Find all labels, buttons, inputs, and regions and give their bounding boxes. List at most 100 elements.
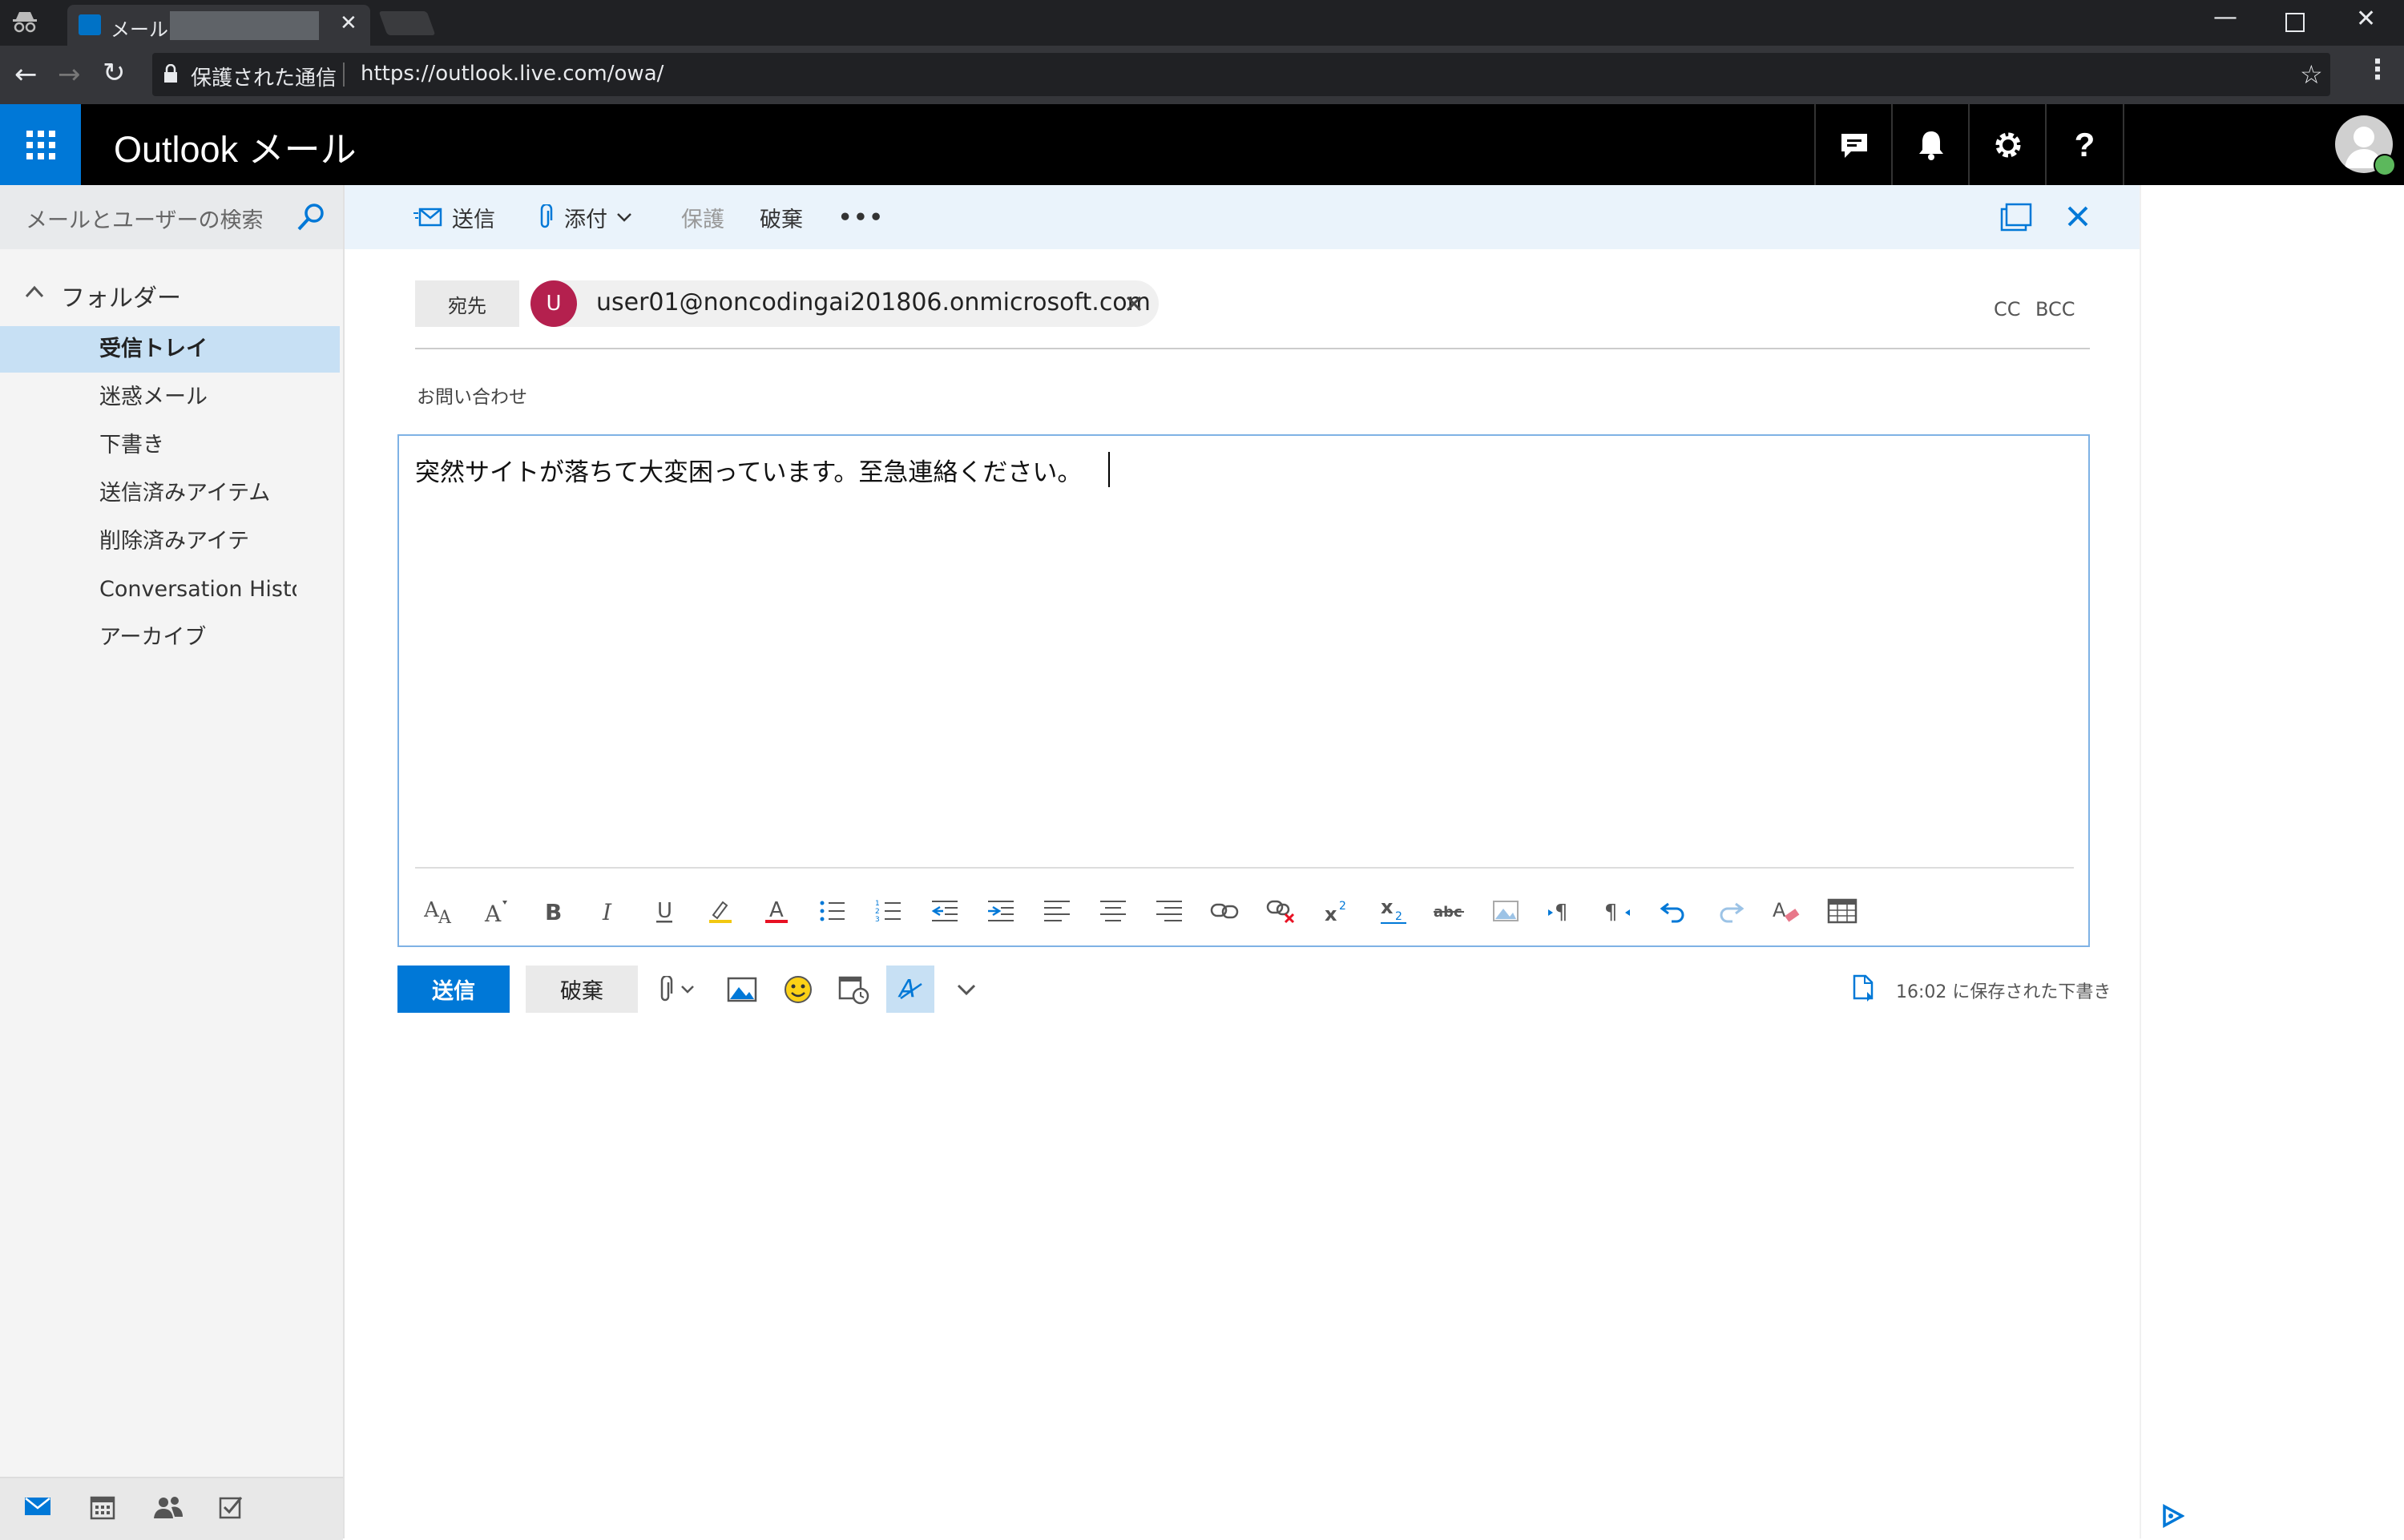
new-tab-button[interactable] [378, 11, 436, 35]
italic-icon[interactable]: I [588, 891, 628, 931]
secure-label: 保護された通信 [191, 67, 337, 91]
svg-text:I: I [602, 899, 612, 923]
people-icon[interactable] [152, 1494, 184, 1520]
subscript-icon[interactable]: x2 [1373, 891, 1414, 931]
toolbar-more-button[interactable]: ••• [838, 185, 885, 249]
emoji-button[interactable] [774, 966, 822, 1013]
restore-icon[interactable] [2285, 13, 2305, 32]
address-bar[interactable]: 保護された通信 https://outlook.live.com/owa/ ☆ [152, 53, 2330, 96]
subject-field[interactable]: お問い合わせ [417, 381, 527, 409]
format-divider [415, 867, 2074, 869]
remove-recipient-icon[interactable] [1125, 295, 1143, 312]
svg-text:A: A [484, 901, 502, 925]
toolbar-discard-label: 破棄 [760, 207, 803, 232]
align-right-icon[interactable] [1149, 891, 1189, 931]
draft-saved-icon [1851, 974, 1875, 1002]
browser-toolbar: ← → ↻ 保護された通信 https://outlook.live.com/o… [0, 46, 2404, 104]
folder-inbox[interactable]: 受信トレイ [0, 326, 340, 373]
superscript-icon[interactable]: x2 [1317, 891, 1357, 931]
back-icon[interactable]: ← [14, 58, 38, 91]
settings-button[interactable] [1968, 104, 2046, 185]
underline-icon[interactable]: U [644, 891, 684, 931]
formatting-toolbar: AA A B I U A 123 x2 x2 abc ¶ ¶ A [399, 883, 2091, 939]
toolbar-discard-button[interactable]: 破棄 [760, 185, 803, 249]
to-button[interactable]: 宛先 [415, 280, 519, 327]
toolbar-attach-button[interactable]: 添付 [537, 185, 633, 249]
close-window-icon[interactable]: ✕ [2356, 5, 2376, 33]
minimize-icon[interactable]: — [2213, 3, 2237, 31]
folders-collapse-icon[interactable] [24, 284, 45, 299]
decrease-indent-icon[interactable] [925, 891, 965, 931]
calendar-icon[interactable] [90, 1494, 115, 1520]
rtl-icon[interactable]: ¶ [1598, 891, 1638, 931]
strikethrough-icon[interactable]: abc [1430, 891, 1470, 931]
folders-header[interactable]: フォルダー [61, 278, 181, 313]
highlight-icon[interactable] [700, 891, 740, 931]
search-icon[interactable] [295, 201, 327, 233]
folder-sent[interactable]: 送信済みアイテム [0, 470, 340, 517]
bcc-button[interactable]: BCC [2035, 298, 2075, 320]
reload-icon[interactable]: ↻ [103, 57, 126, 89]
undo-icon[interactable] [1654, 891, 1694, 931]
font-icon[interactable]: AA [420, 891, 460, 931]
bullets-icon[interactable] [813, 891, 853, 931]
app-launcher-button[interactable] [0, 104, 81, 185]
close-compose-icon[interactable] [2066, 204, 2090, 228]
svg-text:3: 3 [875, 916, 880, 923]
insert-picture-button[interactable] [718, 966, 766, 1013]
toolbar-protect-button[interactable]: 保護 [681, 185, 724, 249]
toolbar-protect-label: 保護 [681, 207, 724, 232]
svg-text:2: 2 [875, 908, 880, 916]
toolbar-attach-label: 添付 [564, 207, 607, 232]
forward-icon[interactable]: → [58, 58, 81, 91]
format-text-icon: A [897, 975, 922, 1003]
folder-drafts[interactable]: 下書き [0, 422, 340, 469]
send-button[interactable]: 送信 [397, 966, 510, 1013]
notifications-button[interactable] [1891, 104, 1969, 185]
clear-formatting-icon[interactable]: A [1766, 891, 1806, 931]
folder-junk[interactable]: 迷惑メール [0, 374, 340, 421]
align-center-icon[interactable] [1093, 891, 1133, 931]
tab-close-icon[interactable]: ✕ [340, 11, 357, 35]
redo-icon[interactable] [1710, 891, 1750, 931]
insert-picture-inline-icon[interactable] [1486, 891, 1526, 931]
format-toggle-button[interactable]: A [886, 966, 934, 1013]
font-size-icon[interactable]: A [476, 891, 516, 931]
numbering-icon[interactable]: 123 [869, 891, 909, 931]
folder-conversation-history[interactable]: Conversation Histo [0, 566, 296, 613]
svg-text:A: A [1773, 899, 1786, 921]
browser-menu-icon[interactable]: ⋮ [2364, 54, 2391, 86]
schedule-button[interactable] [830, 966, 878, 1013]
browser-tab[interactable]: メール - ✕ [67, 5, 370, 46]
insert-link-icon[interactable] [1205, 891, 1245, 931]
search-box[interactable]: メールとユーザーの検索 [0, 185, 343, 249]
mail-icon[interactable] [24, 1496, 51, 1517]
remove-link-icon[interactable] [1261, 891, 1301, 931]
font-color-icon[interactable]: A [756, 891, 797, 931]
message-body-editor[interactable]: 突然サイトが落ちて大変困っています。至急連絡ください。 AA A B I U A… [397, 434, 2090, 947]
folder-archive[interactable]: アーカイブ [0, 615, 340, 661]
bookmark-star-icon[interactable]: ☆ [2300, 59, 2323, 90]
chat-button[interactable] [1814, 104, 1892, 185]
recipient-pill[interactable]: U user01@noncodingai201806.onmicrosoft.c… [530, 280, 1159, 327]
popout-icon[interactable] [2000, 203, 2032, 232]
folder-deleted[interactable]: 削除済みアイテ [0, 518, 340, 565]
ad-choices-icon[interactable] [2160, 1504, 2184, 1528]
svg-text:A: A [769, 898, 784, 922]
tasks-icon[interactable] [218, 1494, 244, 1520]
increase-indent-icon[interactable] [981, 891, 1021, 931]
discard-button[interactable]: 破棄 [526, 966, 638, 1013]
more-options-button[interactable] [942, 966, 990, 1013]
bold-icon[interactable]: B [532, 891, 572, 931]
toolbar-send-button[interactable]: 送信 [413, 185, 495, 249]
ltr-icon[interactable]: ¶ [1542, 891, 1582, 931]
help-button[interactable]: ? [2045, 104, 2124, 185]
insert-table-icon[interactable] [1822, 891, 1862, 931]
align-left-icon[interactable] [1037, 891, 1077, 931]
address-divider [343, 62, 345, 87]
browser-titlebar: メール - ✕ — ✕ [0, 0, 2404, 46]
attach-button[interactable] [652, 966, 700, 1013]
address-url: https://outlook.live.com/owa/ [361, 62, 664, 86]
cc-button[interactable]: CC [1994, 298, 2021, 320]
search-placeholder: メールとユーザーの検索 [26, 208, 264, 233]
